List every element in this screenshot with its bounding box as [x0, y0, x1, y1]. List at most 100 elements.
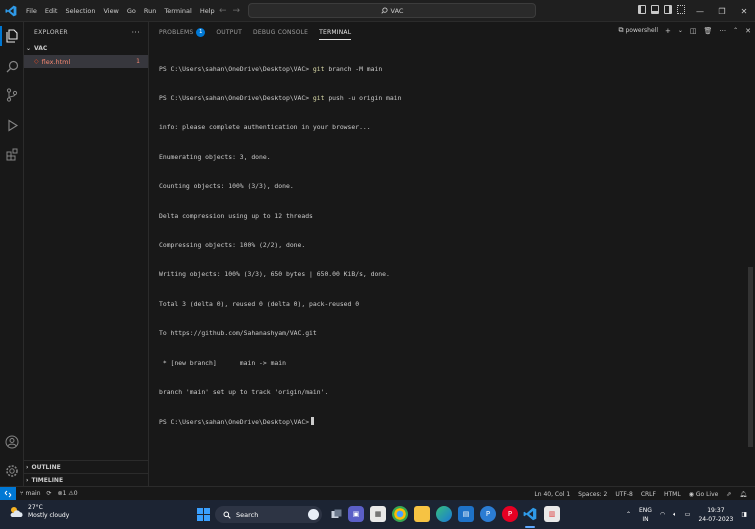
menu-terminal[interactable]: Terminal	[160, 0, 195, 22]
panel-actions: ⧉ powershell + ⌄ ◫ 🗑 ··· ⌃ ✕	[618, 26, 751, 35]
file-flex-html[interactable]: ◇ flex.html 1	[24, 55, 148, 68]
kill-terminal-icon[interactable]: 🗑	[704, 27, 713, 35]
outline-section[interactable]: › OUTLINE	[24, 460, 149, 473]
menu-go[interactable]: Go	[123, 0, 140, 22]
restore-icon[interactable]: ❐	[711, 7, 733, 16]
tab-problems[interactable]: PROBLEMS 1	[159, 22, 206, 42]
menu-bar: File Edit Selection View Go Run Terminal…	[22, 0, 219, 22]
explorer-sidebar: EXPLORER ··· ⌄ VAC ◇ flex.html 1 › OUTLI…	[24, 22, 149, 486]
git-branch-status[interactable]: ⑂ main	[20, 490, 41, 497]
wifi-icon[interactable]: ◠	[660, 511, 665, 518]
windows-start-icon[interactable]	[197, 508, 210, 523]
document-app-icon[interactable]: ▥	[544, 506, 560, 522]
terminal-line: PS C:\Users\sahan\OneDrive\Desktop\VAC> …	[159, 94, 741, 104]
chevron-down-icon: ⌄	[26, 45, 32, 52]
indentation[interactable]: Spaces: 2	[578, 491, 607, 498]
calendar-app-icon[interactable]: ▦	[370, 506, 386, 522]
window-controls: — ❐ ✕	[689, 0, 755, 22]
tab-terminal-label: TERMINAL	[319, 28, 352, 36]
terminal-cursor	[311, 417, 315, 426]
close-icon[interactable]: ✕	[733, 7, 755, 16]
weather-widget[interactable]: 27°C Mostly cloudy	[8, 504, 69, 520]
edge-icon[interactable]	[436, 506, 452, 522]
menu-run[interactable]: Run	[140, 0, 160, 22]
notifications-bell-icon[interactable]: 🔔︎	[739, 491, 747, 498]
menu-file[interactable]: File	[22, 0, 41, 22]
explorer-icon[interactable]	[0, 26, 20, 46]
back-arrow-icon[interactable]: ←	[219, 6, 227, 16]
cloud-sun-icon	[10, 507, 23, 517]
extensions-icon[interactable]	[4, 146, 20, 162]
sync-icon[interactable]: ⟳	[47, 490, 52, 497]
activity-bar	[0, 22, 24, 486]
terminal-line: Writing objects: 100% (3/3), 650 bytes |…	[159, 270, 390, 279]
split-terminal-icon[interactable]: ◫	[690, 27, 697, 35]
menu-help[interactable]: Help	[196, 0, 219, 22]
terminal-shell-selector[interactable]: ⧉ powershell	[618, 26, 658, 35]
remote-indicator-icon[interactable]	[0, 486, 16, 501]
terminal-line: To https://github.com/Sahanashyam/VAC.gi…	[159, 329, 317, 338]
terminal-scrollbar[interactable]	[748, 267, 753, 447]
file-explorer-icon[interactable]	[414, 506, 430, 522]
vscode-taskbar-icon[interactable]	[522, 506, 538, 522]
folder-vac[interactable]: ⌄ VAC	[24, 42, 148, 55]
terminal-output[interactable]: PS C:\Users\sahan\OneDrive\Desktop\VAC> …	[159, 45, 741, 447]
search-icon[interactable]	[4, 58, 20, 74]
more-actions-icon[interactable]: ···	[131, 28, 140, 37]
menu-view[interactable]: View	[99, 0, 122, 22]
terminal-line: branch 'main' set up to track 'origin/ma…	[159, 387, 329, 396]
clock-date: 24-07-2023	[698, 515, 734, 523]
notifications-icon[interactable]: ◨	[741, 511, 747, 518]
teams-chat-icon[interactable]: ▣	[348, 506, 364, 522]
maximize-panel-icon[interactable]: ⌃	[733, 27, 738, 34]
terminal-prompt-line: PS C:\Users\sahan\OneDrive\Desktop\VAC>	[159, 417, 741, 427]
pinterest-icon[interactable]: P	[502, 506, 518, 522]
file-name: flex.html	[41, 57, 71, 66]
branch-name: main	[25, 490, 41, 497]
cursor-position[interactable]: Ln 40, Col 1	[534, 491, 570, 498]
customize-layout-icon[interactable]	[677, 5, 685, 14]
task-view-icon[interactable]	[328, 506, 344, 522]
forward-arrow-icon[interactable]: →	[233, 6, 241, 16]
clock-time: 19:37	[707, 506, 725, 514]
battery-icon[interactable]: ▭	[685, 511, 691, 518]
microsoft-store-icon[interactable]: ▤	[458, 506, 474, 522]
toggle-panel-icon[interactable]	[651, 5, 659, 14]
close-panel-icon[interactable]: ✕	[745, 27, 751, 35]
language-indicator[interactable]: ENG IN	[639, 506, 652, 524]
menu-selection[interactable]: Selection	[61, 0, 99, 22]
source-control-icon[interactable]	[4, 87, 20, 103]
tab-terminal[interactable]: TERMINAL	[319, 22, 352, 42]
warning-count: 0	[73, 490, 78, 497]
problems-status[interactable]: ⊗1 ⚠0	[58, 490, 78, 497]
run-debug-icon[interactable]	[4, 117, 20, 133]
chevron-down-icon[interactable]: ⌄	[678, 27, 683, 34]
new-terminal-icon[interactable]: +	[665, 27, 671, 35]
toggle-secondary-sidebar-icon[interactable]	[664, 5, 672, 14]
command-center[interactable]: VAC	[248, 3, 536, 18]
status-bar: ⑂ main ⟳ ⊗1 ⚠0 Ln 40, Col 1 Spaces: 2 UT…	[0, 486, 755, 501]
title-bar: File Edit Selection View Go Run Terminal…	[0, 0, 755, 22]
chrome-icon[interactable]	[392, 506, 408, 522]
clock[interactable]: 19:37 24-07-2023	[698, 506, 733, 524]
end-of-line[interactable]: CRLF	[641, 491, 656, 498]
show-hidden-icons-chevron-icon[interactable]: ⌃	[626, 511, 631, 518]
feedback-icon[interactable]: ⇗	[726, 491, 731, 498]
more-actions-icon[interactable]: ···	[719, 27, 726, 35]
accounts-icon[interactable]	[4, 434, 20, 450]
language-mode[interactable]: HTML	[664, 491, 681, 498]
timeline-section[interactable]: › TIMELINE	[24, 473, 149, 486]
phone-link-icon[interactable]: P	[480, 506, 496, 522]
search-icon	[223, 511, 231, 519]
encoding[interactable]: UTF-8	[615, 491, 633, 498]
minimize-icon[interactable]: —	[689, 7, 711, 16]
toggle-primary-sidebar-icon[interactable]	[638, 5, 646, 14]
taskbar-search[interactable]: Search	[215, 506, 322, 523]
go-live-button[interactable]: ◉ Go Live	[689, 491, 719, 498]
volume-icon[interactable]: 🔈︎	[673, 511, 677, 519]
outline-label: OUTLINE	[31, 463, 61, 471]
menu-edit[interactable]: Edit	[41, 0, 62, 22]
settings-gear-icon[interactable]	[4, 463, 20, 479]
tab-output[interactable]: OUTPUT	[216, 22, 242, 42]
tab-debug-console[interactable]: DEBUG CONSOLE	[253, 22, 308, 42]
